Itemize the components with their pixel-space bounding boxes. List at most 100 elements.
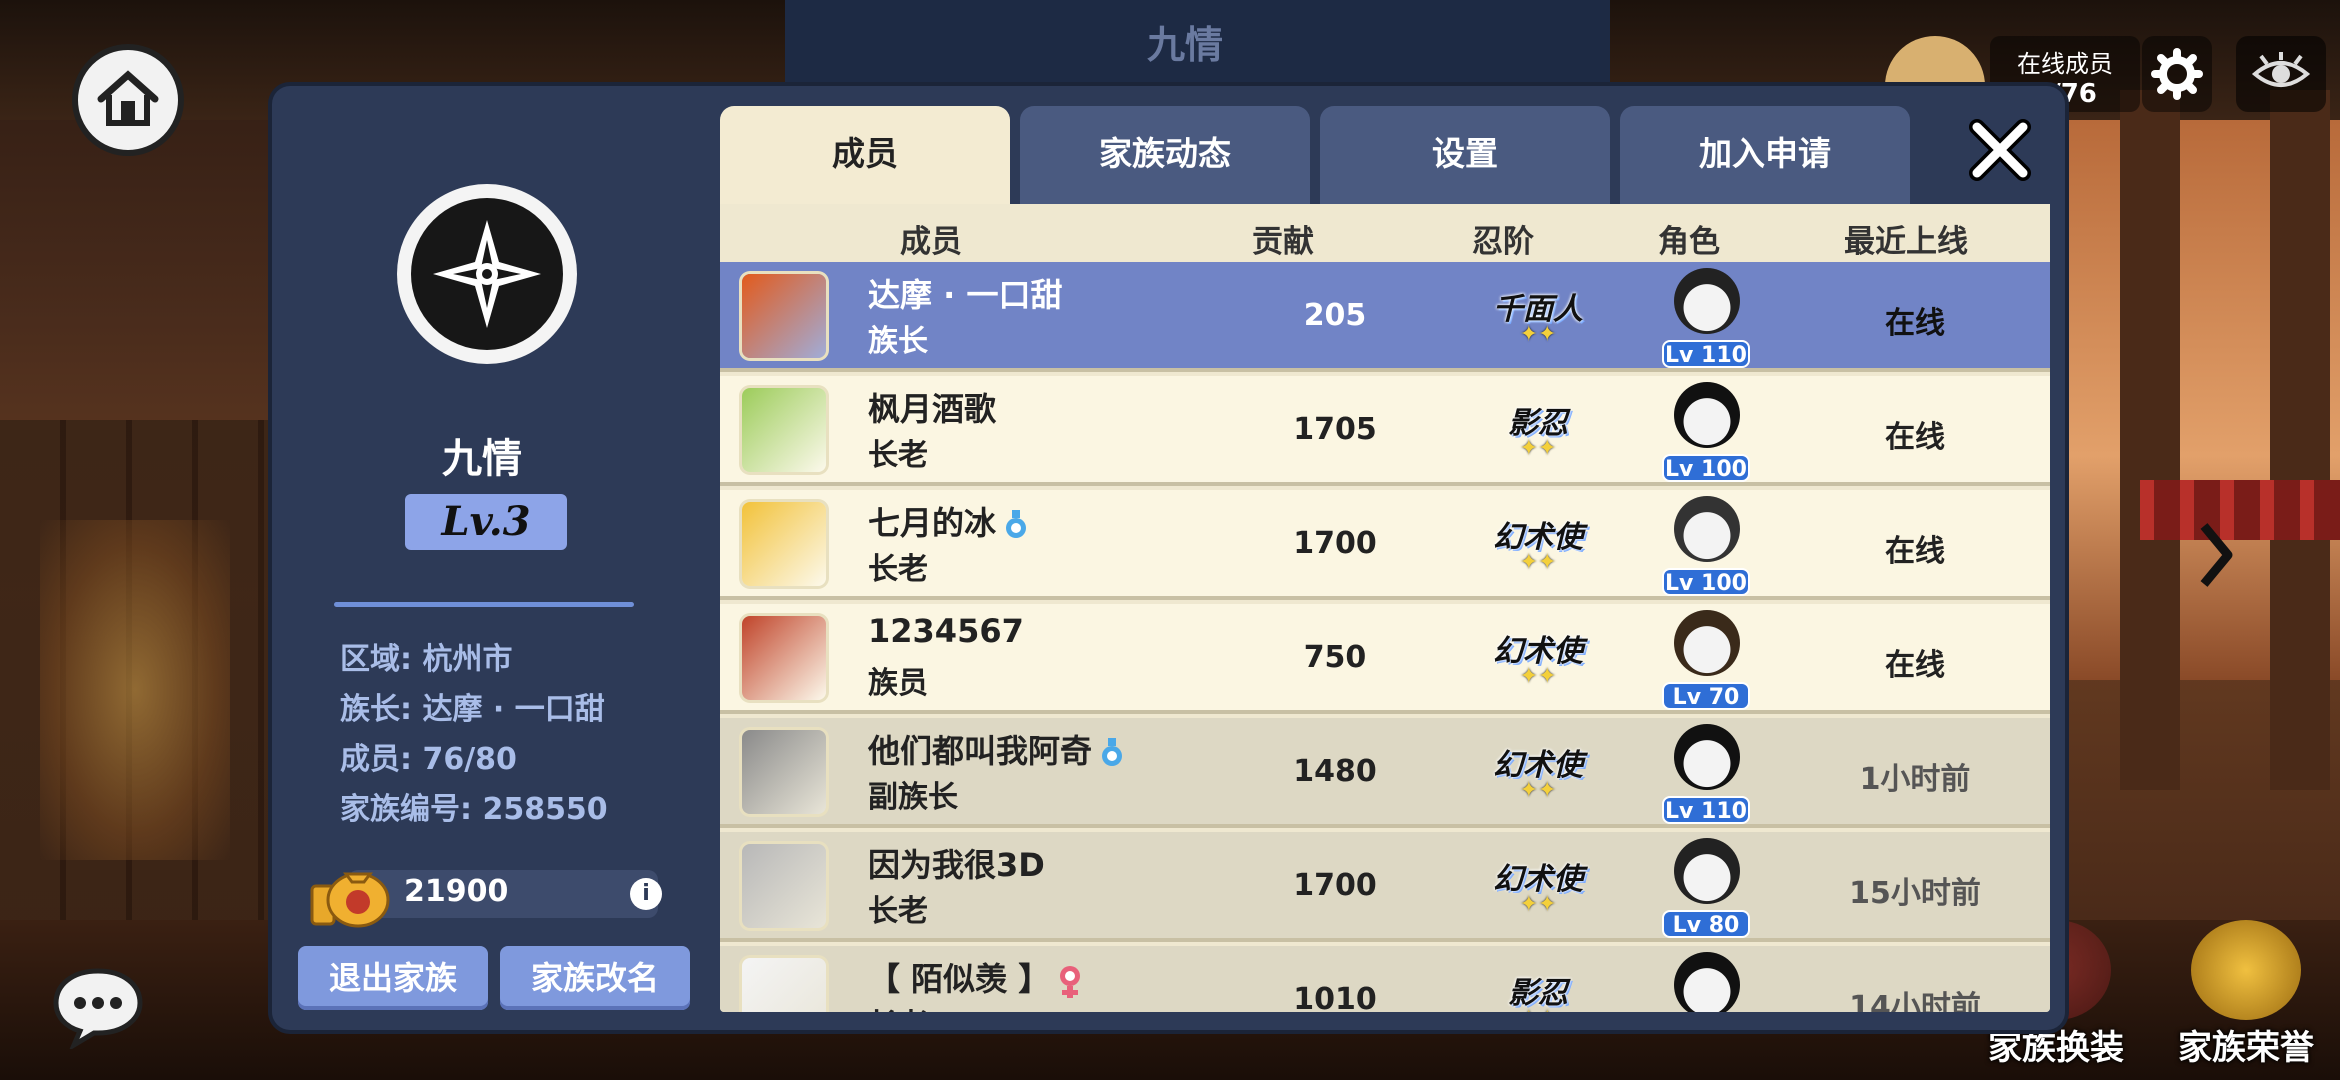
tab-settings[interactable]: 设置 xyxy=(1320,106,1610,206)
character-level-badge: Lv 110 xyxy=(1662,340,1750,368)
member-last-online: 1小时前 xyxy=(1859,762,1971,797)
shuriken-emblem-icon xyxy=(433,220,541,328)
character-portrait: Lv 80 xyxy=(1662,838,1752,938)
ninja-face-icon xyxy=(1674,496,1740,562)
member-avatar[interactable] xyxy=(742,502,826,586)
background-clan-title: 九情 xyxy=(1146,23,1223,67)
header-rank: 忍阶 xyxy=(1472,224,1534,260)
ninja-rank-badge: 千面人 ✦✦ xyxy=(1488,284,1588,354)
member-avatar[interactable] xyxy=(742,616,826,700)
table-header: 成员 贡献 忍阶 角色 最近上线 xyxy=(720,204,2050,262)
character-level-badge: Lv 100 xyxy=(1662,454,1750,482)
member-avatar[interactable] xyxy=(742,730,826,814)
member-contribution: 1700 xyxy=(1293,526,1377,561)
member-name: 【 陌似羡 】 xyxy=(868,954,1084,1000)
tab-clan-activity[interactable]: 家族动态 xyxy=(1020,106,1310,206)
member-last-online: 在线 xyxy=(1885,534,1945,569)
row-divider xyxy=(720,824,2050,828)
member-name-text: 枫月酒歌 xyxy=(868,390,997,428)
member-role: 长老 xyxy=(868,894,928,929)
male-icon xyxy=(1006,510,1027,538)
character-portrait: Lv 100 xyxy=(1662,382,1752,482)
clan-region: 区域: 杭州市 xyxy=(340,642,513,677)
member-name-text: 七月的冰 xyxy=(868,504,997,542)
member-name: 枫月酒歌 xyxy=(868,384,996,430)
member-last-online: 15小时前 xyxy=(1849,876,1981,911)
member-avatar[interactable] xyxy=(742,274,826,358)
member-role: 族员 xyxy=(868,666,928,701)
member-role: 长老 xyxy=(868,552,928,587)
rank-stars-icon: ✦✦ xyxy=(1488,1006,1588,1012)
clan-leader: 族长: 达摩 · 一口甜 xyxy=(340,692,605,727)
members-table: 成员 贡献 忍阶 角色 最近上线 达摩 · 一口甜 族长 205 千面人 ✦✦ Lv 11… xyxy=(720,204,2050,1012)
table-row[interactable]: 枫月酒歌 长老 1705 影忍 ✦✦ Lv 100 在线 xyxy=(720,376,2050,486)
character-portrait: Lv 70 xyxy=(1662,610,1752,710)
next-page-arrow[interactable] xyxy=(2196,520,2236,590)
member-contribution: 1700 xyxy=(1293,868,1377,903)
character-level-badge: Lv 110 xyxy=(1662,796,1750,824)
member-avatar[interactable] xyxy=(742,388,826,472)
close-button[interactable] xyxy=(1962,112,2038,188)
member-last-online: 在线 xyxy=(1885,648,1945,683)
funds-info-icon[interactable]: i xyxy=(630,878,662,910)
table-row[interactable]: 1234567 族员 750 幻术使 ✦✦ Lv 70 在线 xyxy=(720,604,2050,714)
header-member: 成员 xyxy=(900,224,962,260)
rank-stars-icon: ✦✦ xyxy=(1519,436,1557,461)
ninja-rank-badge: 影忍✦✦ xyxy=(1488,398,1588,468)
ninja-face-icon xyxy=(1674,952,1740,1012)
ninja-face-icon xyxy=(1674,838,1740,904)
online-members-label: 在线成员 xyxy=(2017,50,2113,78)
home-button[interactable] xyxy=(72,44,184,156)
view-toggle-button[interactable] xyxy=(2236,36,2326,112)
table-row[interactable]: 达摩 · 一口甜 族长 205 千面人 ✦✦ Lv 110 在线 xyxy=(720,262,2050,372)
clan-name: 九情 xyxy=(442,436,522,482)
clan-id: 家族编号: 258550 xyxy=(340,792,608,827)
row-divider xyxy=(720,368,2050,372)
table-row[interactable]: 因为我很3D 长老 1700 幻术使 ✦✦ Lv 80 15小时前 xyxy=(720,832,2050,942)
member-contribution: 1010 xyxy=(1293,982,1377,1012)
member-name-text: 他们都叫我阿奇 xyxy=(868,732,1093,770)
member-contribution: 1705 xyxy=(1293,412,1377,447)
ninja-rank-badge: 影忍✦✦ xyxy=(1488,968,1588,1012)
member-name-text: 因为我很3D xyxy=(868,846,1045,884)
chat-button[interactable] xyxy=(48,965,148,1049)
clan-funds: 21900 i xyxy=(308,856,668,928)
clan-honor-button[interactable]: 家族荣誉 xyxy=(2156,920,2336,1070)
tab-join-requests[interactable]: 加入申请 xyxy=(1620,106,1910,206)
row-divider xyxy=(720,938,2050,942)
member-contribution: 750 xyxy=(1303,640,1367,675)
row-divider xyxy=(720,710,2050,714)
member-role: 族长 xyxy=(868,324,928,359)
character-level-badge: Lv 70 xyxy=(1662,682,1750,710)
member-name: 他们都叫我阿奇 xyxy=(868,726,1126,772)
member-last-online: 在线 xyxy=(1885,420,1945,455)
tab-members[interactable]: 成员 xyxy=(720,106,1010,206)
member-avatar[interactable] xyxy=(742,958,826,1012)
red-bridge xyxy=(2140,480,2340,540)
character-level-badge: Lv 80 xyxy=(1662,910,1750,938)
header-contribution: 贡献 xyxy=(1252,224,1314,260)
character-portrait: Lv 110 xyxy=(1662,268,1752,368)
money-bag-icon xyxy=(310,872,390,928)
ninja-rank-badge: 幻术使 ✦✦ xyxy=(1488,740,1588,810)
rename-clan-button[interactable]: 家族改名 xyxy=(500,946,690,1010)
trophy-icon xyxy=(2191,920,2301,1020)
settings-button[interactable] xyxy=(2142,36,2212,112)
table-row[interactable]: 【 陌似羡 】长老 1010 影忍✦✦ 14小时前 xyxy=(720,946,2050,1012)
close-icon xyxy=(1969,119,2031,181)
table-row[interactable]: 七月的冰长老 1700 幻术使 ✦✦ Lv 100 在线 xyxy=(720,490,2050,600)
gear-icon xyxy=(2151,48,2203,100)
character-portrait: Lv 100 xyxy=(1662,496,1752,596)
leave-clan-button[interactable]: 退出家族 xyxy=(298,946,488,1010)
divider xyxy=(334,602,634,607)
chevron-right-icon xyxy=(2200,523,2233,587)
clan-panel: 九情 Lv.3 区域: 杭州市 族长: 达摩 · 一口甜 成员: 76/80 家… xyxy=(272,86,2065,1030)
member-avatar[interactable] xyxy=(742,844,826,928)
table-row[interactable]: 他们都叫我阿奇 副族长 1480 幻术使 ✦✦ Lv 110 1小时前 xyxy=(720,718,2050,828)
member-name-text: 1234567 xyxy=(868,612,1024,650)
ninja-face-icon xyxy=(1674,268,1740,334)
pillar xyxy=(2120,90,2180,790)
ninja-rank-badge: 幻术使 ✦✦ xyxy=(1488,512,1588,582)
member-name: 因为我很3D xyxy=(868,840,1045,886)
member-name-text: 【 陌似羡 】 xyxy=(868,960,1051,998)
